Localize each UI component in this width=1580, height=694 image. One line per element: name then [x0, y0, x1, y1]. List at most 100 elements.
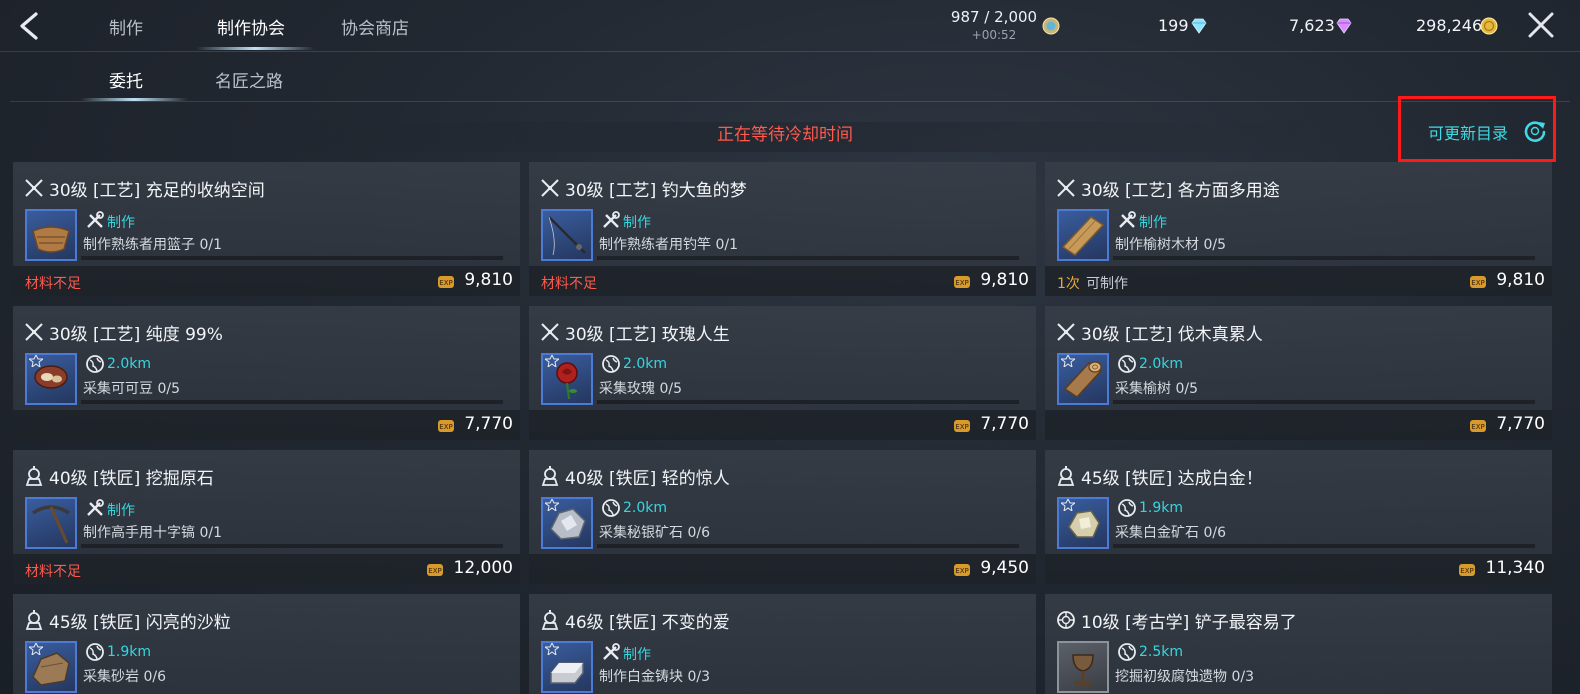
- card-footer: 材料不足 EXP 12,000: [13, 554, 520, 584]
- crossed-tools-icon: [25, 323, 43, 341]
- commission-card[interactable]: 30级 [工艺] 充足的收纳空间 制作 制作熟练者用篮子 0/1 材料不足 EX…: [13, 162, 520, 296]
- exp-reward: 9,810: [464, 270, 513, 290]
- subtab-master-path[interactable]: 名匠之路: [215, 67, 283, 92]
- chevron-left-icon: [20, 12, 38, 40]
- grade-star-icon: [545, 499, 559, 511]
- commission-card[interactable]: 30级 [工艺] 钓大鱼的梦 制作 制作熟练者用钓竿 0/1 材料不足 EXP …: [529, 162, 1036, 296]
- tab-crafting-guild[interactable]: 制作协会: [217, 14, 285, 39]
- grade-star-icon: [545, 355, 559, 367]
- commission-title: 30级 [工艺] 玫瑰人生: [565, 325, 730, 345]
- exp-reward: 12,000: [453, 558, 513, 578]
- task-requirement: 制作白金铸块 0/3: [599, 669, 710, 685]
- commission-title: 40级 [铁匠] 挖掘原石: [49, 469, 214, 489]
- purple-diamond-count: 7,623: [1289, 16, 1335, 35]
- svg-text:EXP: EXP: [439, 423, 452, 431]
- card-footer: EXP 7,770: [529, 410, 1036, 440]
- tab-crafting[interactable]: 制作: [109, 14, 143, 39]
- commission-card[interactable]: 46级 [铁匠] 不变的爱 制作 制作白金铸块 0/3: [529, 594, 1036, 694]
- refresh-list-button[interactable]: 可更新目录: [1398, 96, 1556, 162]
- close-button[interactable]: [1526, 10, 1556, 40]
- fishing-rod-icon: [548, 216, 586, 256]
- exp-icon: EXP: [438, 420, 454, 432]
- commission-title: 40级 [铁匠] 轻的惊人: [565, 469, 730, 489]
- relic-goblet-icon: [1072, 654, 1094, 685]
- craftable-count: 1次: [1057, 276, 1080, 292]
- anvil-hammer-icon: [541, 610, 559, 630]
- task-requirement: 采集可可豆 0/5: [83, 381, 180, 397]
- commission-card[interactable]: 45级 [铁匠] 闪亮的沙粒 1.9km 采集砂岩 0/6: [13, 594, 520, 694]
- grade-star-icon: [1061, 499, 1075, 511]
- card-footer: EXP 7,770: [13, 410, 520, 440]
- active-subtab-underline: [80, 98, 188, 101]
- commission-card[interactable]: 30级 [工艺] 玫瑰人生 2.0km 采集玫瑰 0/5 EXP 7,770: [529, 306, 1036, 440]
- commission-card[interactable]: 40级 [铁匠] 挖掘原石 制作 制作高手用十字镐 0/1 材料不足 EXP 1…: [13, 450, 520, 584]
- cooldown-notice: 正在等待冷却时间: [230, 122, 1340, 152]
- commission-title: 45级 [铁匠] 闪亮的沙粒: [49, 613, 231, 633]
- task-distance: 1.9km: [1139, 500, 1184, 516]
- task-requirement: 采集白金矿石 0/6: [1115, 525, 1226, 541]
- task-requirement: 采集玫瑰 0/5: [599, 381, 682, 397]
- anvil-hammer-icon: [1057, 466, 1075, 486]
- task-method: 制作: [107, 215, 135, 231]
- anvil-hammer-icon: [25, 466, 43, 486]
- commission-title: 30级 [工艺] 各方面多用途: [1081, 181, 1280, 201]
- archaeology-emblem-icon: [1057, 611, 1075, 629]
- commission-card[interactable]: 10级 [考古学] 铲子最容易了 2.5km 挖掘初级腐蚀遗物 0/3: [1045, 594, 1552, 694]
- gold-count: 298,246: [1416, 16, 1483, 35]
- item-thumbnail: [541, 209, 593, 261]
- globe-icon: [1118, 499, 1136, 517]
- back-button[interactable]: [12, 10, 46, 42]
- task-progress-bar: [1113, 256, 1535, 260]
- task-progress-bar: [597, 256, 1019, 260]
- exp-icon: EXP: [427, 564, 443, 576]
- blue-diamond-count: 199: [1158, 16, 1189, 35]
- basket-icon: [32, 226, 70, 253]
- exp-icon: EXP: [954, 420, 970, 432]
- svg-text:EXP: EXP: [439, 279, 452, 287]
- lumber-icon: [1061, 216, 1105, 256]
- commission-card[interactable]: 45级 [铁匠] 达成白金！ 1.9km 采集白金矿石 0/6 EXP 11,3…: [1045, 450, 1552, 584]
- status-insufficient-materials: 材料不足: [25, 276, 81, 292]
- commission-title: 30级 [工艺] 钓大鱼的梦: [565, 181, 747, 201]
- stamina-display: 987 / 2,000 +00:52: [944, 8, 1044, 42]
- stamina-timer: +00:52: [971, 28, 1017, 42]
- exp-icon: EXP: [1470, 420, 1486, 432]
- gold-coin-icon: [1480, 17, 1498, 35]
- task-requirement: 采集砂岩 0/6: [83, 669, 166, 685]
- commission-card[interactable]: 40级 [铁匠] 轻的惊人 2.0km 采集秘银矿石 0/6 EXP 9,450: [529, 450, 1036, 584]
- diamond-blue-icon: [1191, 18, 1207, 34]
- crossed-tools-icon: [25, 179, 43, 197]
- item-thumbnail: [1057, 497, 1109, 549]
- globe-icon: [1118, 643, 1136, 661]
- card-footer: 材料不足 EXP 9,810: [13, 266, 520, 296]
- commission-card[interactable]: 30级 [工艺] 伐木真累人 2.0km 采集榆树 0/5 EXP 7,770: [1045, 306, 1552, 440]
- commission-title: 30级 [工艺] 纯度 99%: [49, 325, 223, 345]
- card-footer: EXP 9,450: [529, 554, 1036, 584]
- commission-grid: 30级 [工艺] 充足的收纳空间 制作 制作熟练者用篮子 0/1 材料不足 EX…: [13, 162, 1553, 694]
- grade-star-icon: [29, 643, 43, 655]
- commission-card[interactable]: 30级 [工艺] 纯度 99% 2.0km 采集可可豆 0/5 EXP 7,77…: [13, 306, 520, 440]
- commission-title: 10级 [考古学] 铲子最容易了: [1081, 613, 1297, 633]
- task-requirement: 挖掘初级腐蚀遗物 0/3: [1115, 669, 1254, 685]
- task-progress-bar: [81, 544, 503, 548]
- tab-guild-shop[interactable]: 协会商店: [341, 14, 409, 39]
- task-progress-bar: [1113, 544, 1535, 548]
- exp-icon: EXP: [438, 276, 454, 288]
- task-distance: 2.0km: [107, 356, 152, 372]
- item-thumbnail: [25, 497, 77, 549]
- svg-text:EXP: EXP: [1471, 423, 1484, 431]
- crossed-tools-icon: [1057, 323, 1075, 341]
- crossed-tools-icon: [1057, 179, 1075, 197]
- commission-title: 46级 [铁匠] 不变的爱: [565, 613, 730, 633]
- task-distance: 2.5km: [1139, 644, 1184, 660]
- crossed-tools-icon: [541, 179, 559, 197]
- commission-card[interactable]: 30级 [工艺] 各方面多用途 制作 制作榆树木材 0/5 1次 可制作 EXP…: [1045, 162, 1552, 296]
- exp-reward: 7,770: [980, 414, 1029, 434]
- subtab-commission[interactable]: 委托: [109, 67, 143, 92]
- stamina-value: 987 / 2,000: [950, 8, 1038, 26]
- anvil-hammer-icon: [25, 610, 43, 630]
- task-method: 制作: [1139, 215, 1167, 231]
- task-requirement: 采集秘银矿石 0/6: [599, 525, 710, 541]
- task-distance: 2.0km: [623, 356, 668, 372]
- task-progress-bar: [81, 400, 503, 404]
